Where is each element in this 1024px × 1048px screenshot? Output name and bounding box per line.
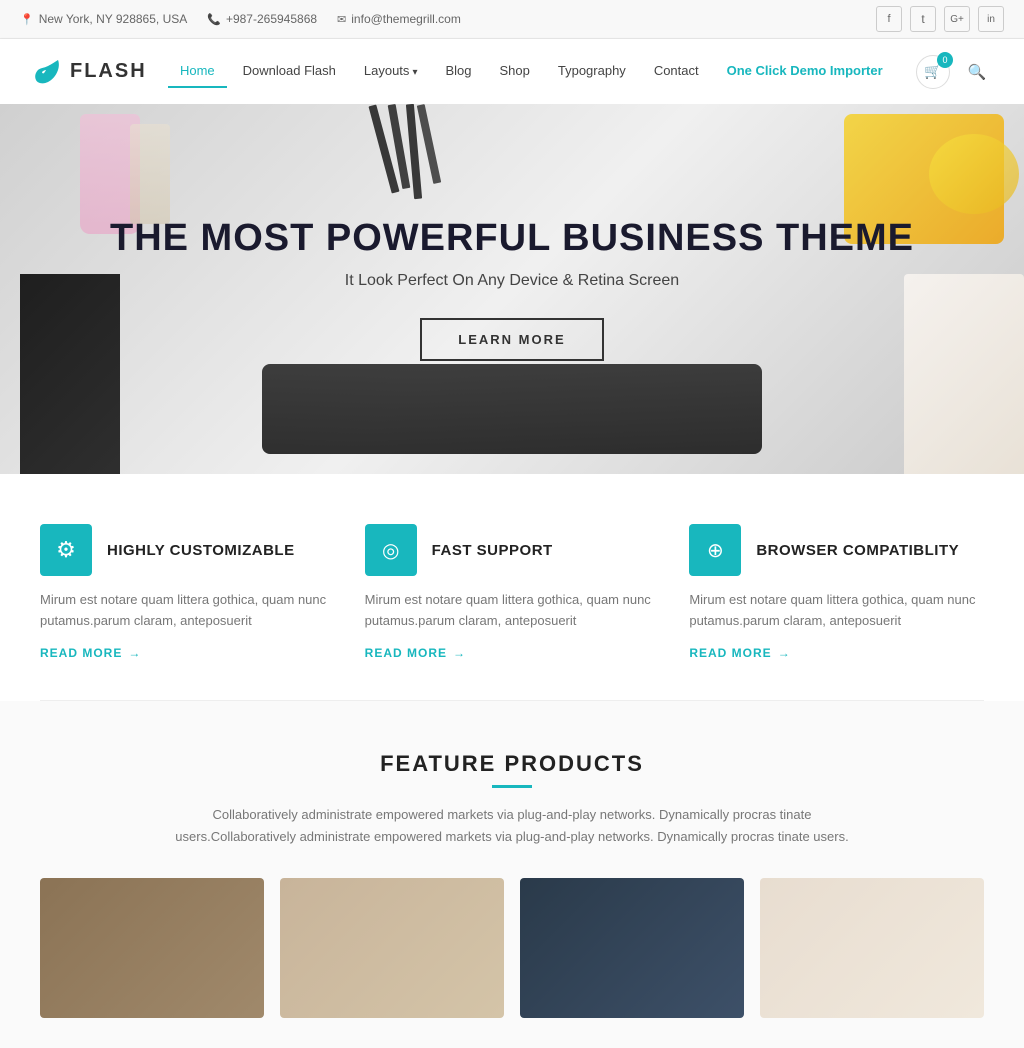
read-more-2[interactable]: READ MORE (365, 646, 660, 660)
feature-header-1: ⚙ HIGHLY CUSTOMIZABLE (40, 524, 335, 576)
feature-desc-3: Mirum est notare quam littera gothica, q… (689, 590, 984, 632)
feature-title-3: BROWSER COMPATIBLITY (756, 542, 959, 559)
feature-desc-1: Mirum est notare quam littera gothica, q… (40, 590, 335, 632)
product-card-2[interactable] (280, 878, 504, 1018)
feature-title-2: FAST SUPPORT (432, 542, 553, 559)
top-bar-left: New York, NY 928865, USA +987-265945868 … (20, 12, 461, 26)
products-section: FEATURE PRODUCTS Collaboratively adminis… (0, 701, 1024, 1048)
feature-title-1: HIGHLY CUSTOMIZABLE (107, 542, 295, 559)
nav-item-layouts[interactable]: Layouts (352, 55, 430, 88)
gear-icon: ⚙ (56, 537, 76, 563)
products-accent-bar (492, 785, 532, 788)
location: New York, NY 928865, USA (20, 12, 187, 26)
feature-header-2: ◎ FAST SUPPORT (365, 524, 660, 576)
facebook-icon[interactable]: f (876, 6, 902, 32)
hero-learn-more-button[interactable]: LEARN MORE (420, 318, 603, 361)
top-bar-social: f t G+ in (876, 6, 1004, 32)
hero-content: THE MOST POWERFUL BUSINESS THEME It Look… (110, 217, 914, 362)
location-icon (20, 13, 34, 26)
arrow-right-icon-1 (128, 646, 141, 660)
googleplus-icon[interactable]: G+ (944, 6, 970, 32)
nav-item-shop[interactable]: Shop (488, 55, 542, 88)
read-more-1[interactable]: READ MORE (40, 646, 335, 660)
read-more-3[interactable]: READ MORE (689, 646, 984, 660)
email: info@themegrill.com (337, 12, 461, 26)
nav-item-blog[interactable]: Blog (433, 55, 483, 88)
header-actions: 🛒 0 🔍 (916, 55, 994, 89)
products-title: FEATURE PRODUCTS (40, 751, 984, 777)
nav-item-contact[interactable]: Contact (642, 55, 711, 88)
nav-item-typography[interactable]: Typography (546, 55, 638, 88)
feature-desc-2: Mirum est notare quam littera gothica, q… (365, 590, 660, 632)
logo[interactable]: FLASH (30, 56, 147, 88)
feature-icon-customizable: ⚙ (40, 524, 92, 576)
feature-icon-support: ◎ (365, 524, 417, 576)
nav-item-home[interactable]: Home (168, 55, 227, 88)
search-icon: 🔍 (968, 63, 987, 81)
layouts-dropdown-icon (412, 63, 417, 78)
features-section: ⚙ HIGHLY CUSTOMIZABLE Mirum est notare q… (0, 474, 1024, 700)
hero-section: THE MOST POWERFUL BUSINESS THEME It Look… (0, 104, 1024, 474)
feature-header-3: ⊕ BROWSER COMPATIBLITY (689, 524, 984, 576)
cart-button[interactable]: 🛒 0 (916, 55, 950, 89)
hero-subtitle: It Look Perfect On Any Device & Retina S… (110, 272, 914, 290)
arrow-right-icon-3 (778, 646, 791, 660)
feature-card-support: ◎ FAST SUPPORT Mirum est notare quam lit… (365, 524, 690, 660)
top-bar: New York, NY 928865, USA +987-265945868 … (0, 0, 1024, 39)
browser-icon: ⊕ (707, 538, 724, 563)
linkedin-icon[interactable]: in (978, 6, 1004, 32)
headset-icon: ◎ (382, 538, 399, 563)
products-grid (40, 878, 984, 1018)
phone-icon (207, 13, 221, 26)
arrow-right-icon-2 (453, 646, 466, 660)
product-card-3[interactable] (520, 878, 744, 1018)
product-card-1[interactable] (40, 878, 264, 1018)
search-button[interactable]: 🔍 (960, 55, 994, 89)
products-description: Collaboratively administrate empowered m… (162, 804, 862, 848)
nav-item-download[interactable]: Download Flash (231, 55, 348, 88)
feature-icon-browser: ⊕ (689, 524, 741, 576)
main-nav: Home Download Flash Layouts Blog Shop Ty… (168, 55, 895, 88)
logo-bird-icon (30, 56, 62, 88)
product-card-4[interactable] (760, 878, 984, 1018)
nav-item-demo-importer[interactable]: One Click Demo Importer (715, 55, 895, 88)
cart-badge: 0 (937, 52, 953, 68)
email-icon (337, 13, 346, 26)
feature-card-browser: ⊕ BROWSER COMPATIBLITY Mirum est notare … (689, 524, 984, 660)
header: FLASH Home Download Flash Layouts Blog S… (0, 39, 1024, 104)
hero-title: THE MOST POWERFUL BUSINESS THEME (110, 217, 914, 261)
phone: +987-265945868 (207, 12, 317, 26)
products-heading: FEATURE PRODUCTS (40, 751, 984, 788)
twitter-icon[interactable]: t (910, 6, 936, 32)
feature-card-customizable: ⚙ HIGHLY CUSTOMIZABLE Mirum est notare q… (40, 524, 365, 660)
logo-text: FLASH (70, 60, 147, 83)
